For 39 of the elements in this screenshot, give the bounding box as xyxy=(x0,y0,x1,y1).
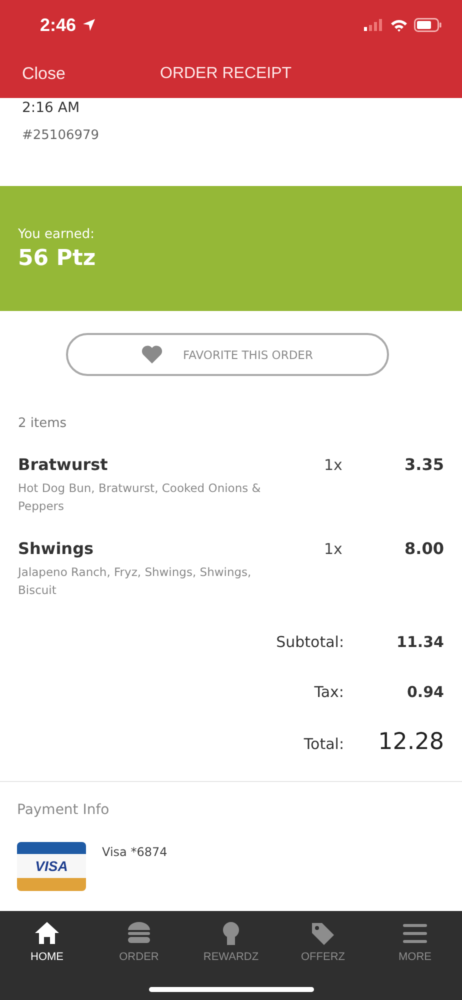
payment-heading: Payment Info xyxy=(17,802,110,818)
battery-icon xyxy=(414,18,442,32)
status-time: 2:46 xyxy=(40,14,76,36)
tab-item[interactable]: HOME xyxy=(12,911,82,973)
home-icon xyxy=(34,921,60,945)
total-value: 0.94 xyxy=(406,682,444,703)
tab-item[interactable]: MORE xyxy=(380,911,450,973)
total-label: Tax: xyxy=(314,682,344,703)
location-arrow-icon xyxy=(82,18,96,32)
item-price: 8.00 xyxy=(404,539,444,558)
total-value: 11.34 xyxy=(396,632,444,653)
item-name: Shwings xyxy=(18,539,95,558)
close-button[interactable]: Close xyxy=(0,64,66,84)
items-count: 2 items xyxy=(17,415,68,431)
item-name: Bratwurst xyxy=(18,455,109,474)
earned-label: You earned: xyxy=(18,226,96,242)
earned-points: 56 Ptz xyxy=(18,246,97,270)
card-label: Visa *6874 xyxy=(102,845,168,859)
item-details: Hot Dog Bun, Bratwurst, Cooked Onions & Peppers xyxy=(18,480,262,515)
total-label: Subtotal: xyxy=(276,632,344,653)
wifi-icon xyxy=(390,18,408,32)
menu-icon xyxy=(402,921,428,945)
item-quantity: 1x xyxy=(324,540,344,558)
tab-item[interactable]: ORDER xyxy=(104,911,174,973)
signal-icon xyxy=(364,19,384,31)
burger-icon xyxy=(126,921,152,945)
item-details: Jalapeno Ranch, Fryz, Shwings, Shwings, Biscuit xyxy=(18,564,252,599)
favorite-button[interactable]: FAVORITE THIS ORDER xyxy=(66,333,388,376)
total-label: Total: xyxy=(304,734,344,755)
item-price: 3.35 xyxy=(404,455,444,474)
tag-icon xyxy=(310,921,336,945)
item-quantity: 1x xyxy=(324,456,344,474)
tab-item[interactable]: OFFERZ xyxy=(288,911,358,973)
tab-item[interactable]: REWARDZ xyxy=(196,911,266,973)
heart-icon xyxy=(141,345,164,364)
order-number: #25106979 xyxy=(22,128,100,143)
total-value: 12.28 xyxy=(377,728,444,757)
order-time: 2:16 AM xyxy=(22,100,81,116)
screen-title: ORDER RECEIPT xyxy=(160,65,292,83)
